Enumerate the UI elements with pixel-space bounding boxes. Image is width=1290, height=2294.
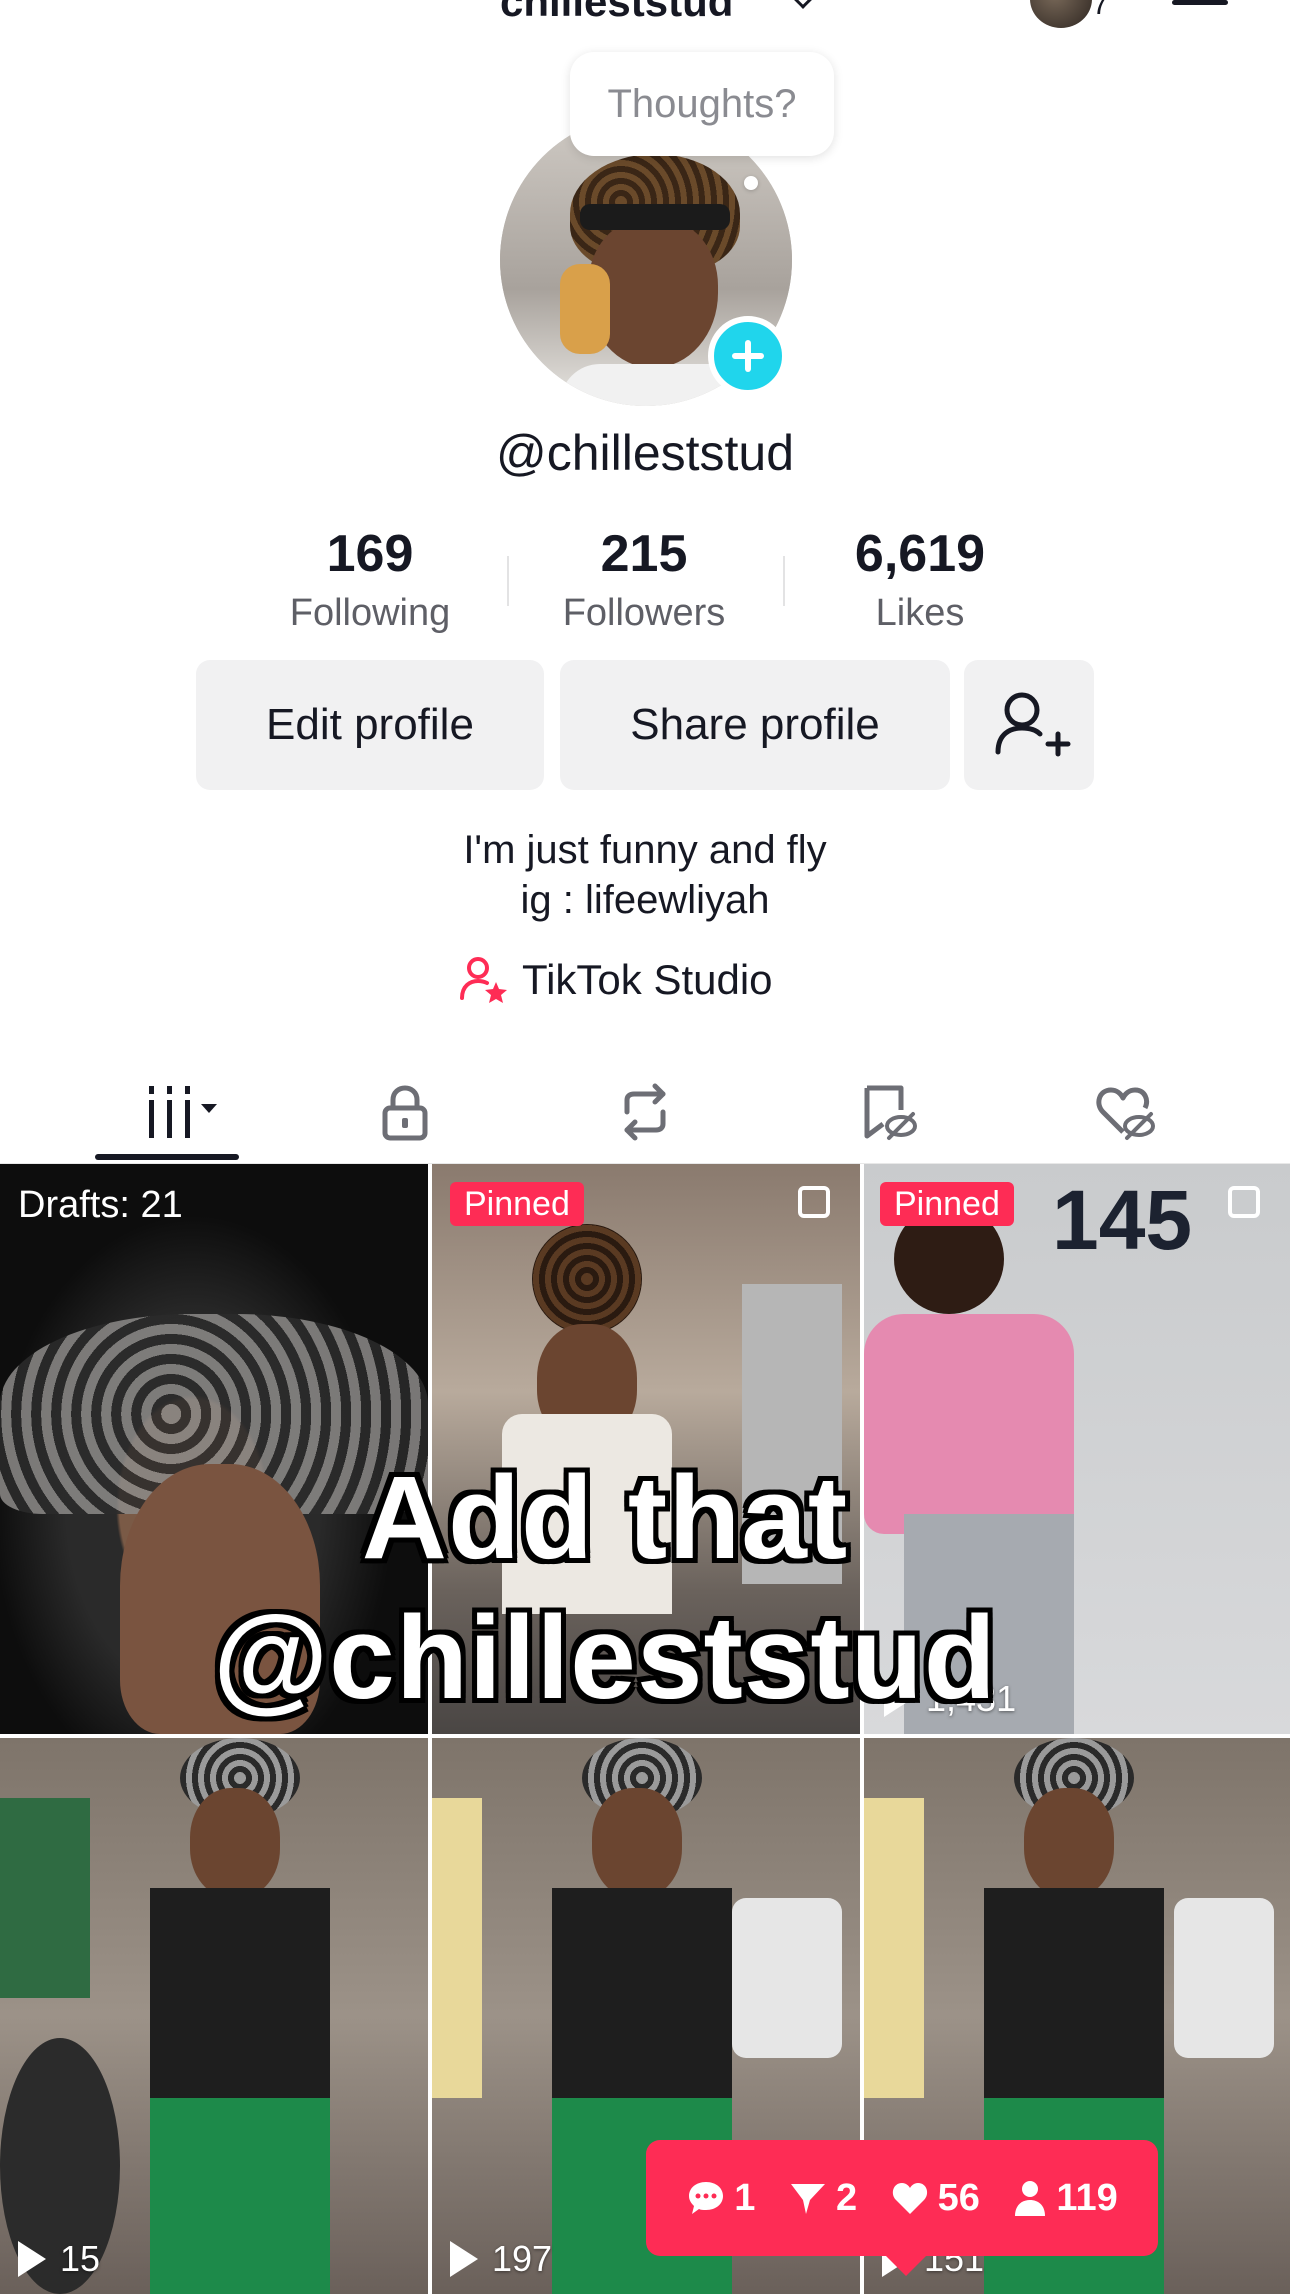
comments-count: 1 <box>734 2176 756 2219</box>
stat-following[interactable]: 169 Following <box>240 524 500 635</box>
bookmark-hidden-icon <box>864 1085 917 1140</box>
filter-count: 2 <box>835 2176 858 2219</box>
following-label: Following <box>289 592 451 634</box>
drafts-label: Drafts: 21 <box>18 1184 183 1226</box>
lock-icon <box>382 1085 428 1141</box>
followers-count: 215 <box>600 525 688 583</box>
active-tab-indicator <box>95 1154 239 1160</box>
heart-hidden-icon <box>1096 1087 1155 1140</box>
pinned-badge: Pinned <box>880 1182 1014 1226</box>
tab-videos[interactable] <box>95 1060 239 1164</box>
followers-label: Followers <box>562 592 726 634</box>
video-grid: Drafts: 21 Pinned 145 Pinned 1,431 15 19… <box>0 1164 1290 2294</box>
likes-count: 6,619 <box>854 525 986 583</box>
top-bar: chilleststud 7 <box>0 0 1290 58</box>
profile-tabs <box>0 1060 1290 1164</box>
overlay-caption-line-1: Add that <box>361 1452 849 1584</box>
comment-icon <box>689 2182 724 2214</box>
tiktok-studio-link[interactable]: TikTok Studio <box>458 952 773 1008</box>
heart-icon <box>892 2183 927 2214</box>
comments-stat: 1 <box>686 2177 755 2220</box>
tab-liked[interactable] <box>1060 1060 1190 1164</box>
multi-photo-icon <box>1228 1186 1260 1218</box>
tab-favorites[interactable] <box>822 1060 952 1164</box>
pill-tail <box>884 2254 928 2276</box>
play-icon <box>18 2241 46 2277</box>
view-count: 197 <box>450 2238 552 2280</box>
stat-divider <box>507 556 509 606</box>
followers-stat: 119 <box>1012 2176 1118 2220</box>
person-icon <box>1015 2181 1046 2216</box>
share-profile-button[interactable]: Share profile <box>560 660 950 790</box>
edit-profile-button[interactable]: Edit profile <box>196 660 544 790</box>
activity-stats-pill[interactable]: 1 2 56 119 <box>646 2140 1158 2256</box>
add-user-icon <box>995 692 1071 757</box>
menu-icon[interactable] <box>1172 0 1228 5</box>
followers-pill-count: 119 <box>1056 2176 1118 2219</box>
pinned-badge: Pinned <box>450 1182 584 1226</box>
add-friends-button[interactable] <box>964 660 1094 790</box>
bio-line-2: ig : lifeewliyah <box>520 878 770 922</box>
multi-photo-icon <box>798 1186 830 1218</box>
likes-pill-count: 56 <box>937 2176 980 2219</box>
bubble-tail-dot <box>744 176 758 190</box>
creator-star-icon <box>460 957 507 1003</box>
top-username[interactable]: chilleststud <box>500 0 733 26</box>
tab-private[interactable] <box>340 1060 470 1164</box>
play-icon <box>450 2241 478 2277</box>
video-tile[interactable]: 15 <box>0 1738 428 2294</box>
grid-icon <box>149 1086 217 1138</box>
following-count: 169 <box>326 525 414 583</box>
thoughts-bubble[interactable]: Thoughts? <box>570 52 834 156</box>
view-count: 15 <box>18 2238 100 2280</box>
likes-stat: 56 <box>890 2177 980 2220</box>
repost-icon <box>624 1083 666 1141</box>
account-badge-count: 7 <box>1092 0 1109 21</box>
chevron-down-icon[interactable] <box>793 0 813 9</box>
filter-stat: 2 <box>788 2177 857 2220</box>
room-number-text: 145 <box>1052 1173 1193 1267</box>
account-avatar[interactable] <box>1030 0 1092 28</box>
stat-followers[interactable]: 215 Followers <box>514 524 774 635</box>
tiktok-studio-label: TikTok Studio <box>522 956 773 1003</box>
view-count-value: 197 <box>492 2238 553 2279</box>
tab-reposts[interactable] <box>580 1060 710 1164</box>
stat-divider <box>783 556 785 606</box>
bio-line-1: I'm just funny and fly <box>463 828 827 872</box>
likes-label: Likes <box>875 592 965 634</box>
overlay-caption-line-2: @chilleststud <box>213 1592 997 1724</box>
send-icon <box>790 2184 825 2214</box>
profile-handle: @chilleststud <box>495 425 795 481</box>
stat-likes[interactable]: 6,619 Likes <box>790 524 1050 635</box>
view-count-value: 15 <box>60 2238 101 2279</box>
add-story-button[interactable] <box>708 316 788 396</box>
